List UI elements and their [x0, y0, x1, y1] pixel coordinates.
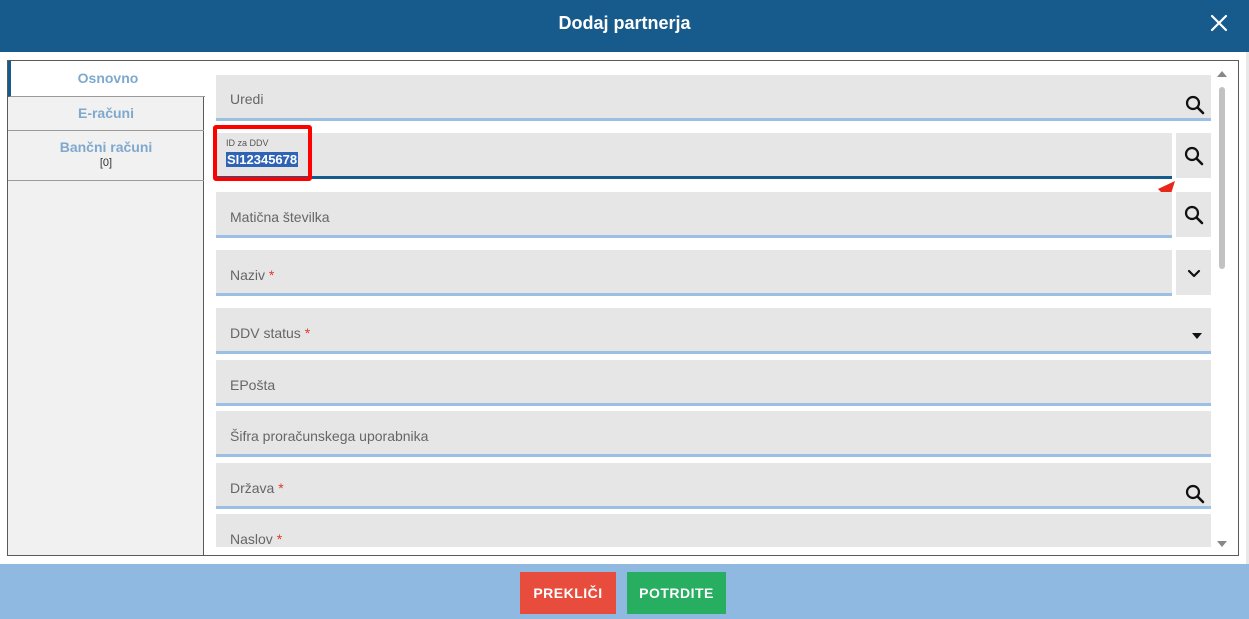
- field-label: Naslov *: [230, 531, 283, 547]
- dialog-title: Dodaj partnerja: [558, 13, 691, 33]
- caret-down-icon: [1192, 333, 1202, 339]
- search-icon[interactable]: [1183, 482, 1207, 506]
- tab-e-racuni[interactable]: E-računi: [8, 97, 204, 131]
- scroll-up-arrow[interactable]: [1217, 71, 1227, 77]
- search-icon[interactable]: [1183, 93, 1207, 117]
- field-label: Naziv *: [230, 267, 275, 283]
- search-icon: [1184, 146, 1203, 165]
- close-icon[interactable]: [1207, 11, 1231, 35]
- uredi-field[interactable]: Uredi: [216, 75, 1211, 121]
- dialog-footer: PREKLIČI POTRDITE: [0, 564, 1249, 619]
- naslov-field[interactable]: Naslov *: [216, 514, 1211, 547]
- chevron-down-icon: [1187, 269, 1200, 277]
- field-label: DDV status *: [230, 325, 311, 341]
- field-label: Država *: [230, 480, 284, 496]
- scrollbar[interactable]: [1215, 69, 1229, 549]
- naziv-dropdown-button[interactable]: [1176, 250, 1211, 295]
- tab-bancni-racuni[interactable]: Bančni računi [0]: [8, 131, 204, 181]
- search-icon: [1184, 205, 1203, 224]
- tab-sidebar: Osnovno E-računi Bančni računi [0]: [8, 61, 205, 555]
- ddv-status-select[interactable]: DDV status *: [216, 308, 1211, 354]
- scroll-down-arrow[interactable]: [1217, 541, 1227, 547]
- scroll-thumb[interactable]: [1219, 87, 1225, 269]
- tab-label: Osnovno: [77, 70, 139, 86]
- highlight-box: [213, 125, 312, 181]
- confirm-button[interactable]: POTRDITE: [627, 572, 726, 614]
- field-label: EPošta: [230, 377, 276, 393]
- cancel-button[interactable]: PREKLIČI: [520, 572, 616, 614]
- dialog-content: Osnovno E-računi Bančni računi [0] Uredi…: [7, 60, 1239, 556]
- drzava-field[interactable]: Država *: [216, 463, 1211, 509]
- field-label: Uredi: [230, 91, 264, 107]
- tab-osnovno[interactable]: Osnovno: [8, 61, 205, 97]
- maticna-search-button[interactable]: [1176, 192, 1211, 237]
- id-ddv-field[interactable]: ID za DDV SI12345678: [216, 133, 1172, 179]
- dialog-header: Dodaj partnerja: [0, 0, 1249, 52]
- tab-count: [0]: [99, 157, 113, 169]
- field-label: Matična številka: [230, 209, 330, 225]
- tab-label: Bančni računi: [59, 139, 153, 155]
- naziv-field[interactable]: Naziv *: [216, 250, 1172, 296]
- eposta-field[interactable]: EPošta: [216, 360, 1211, 406]
- tab-label: E-računi: [77, 105, 134, 121]
- sifra-field[interactable]: Šifra proračunskega uporabnika: [216, 411, 1211, 457]
- maticna-stevilka-field[interactable]: Matična številka: [216, 192, 1172, 238]
- field-label: Šifra proračunskega uporabnika: [230, 428, 429, 444]
